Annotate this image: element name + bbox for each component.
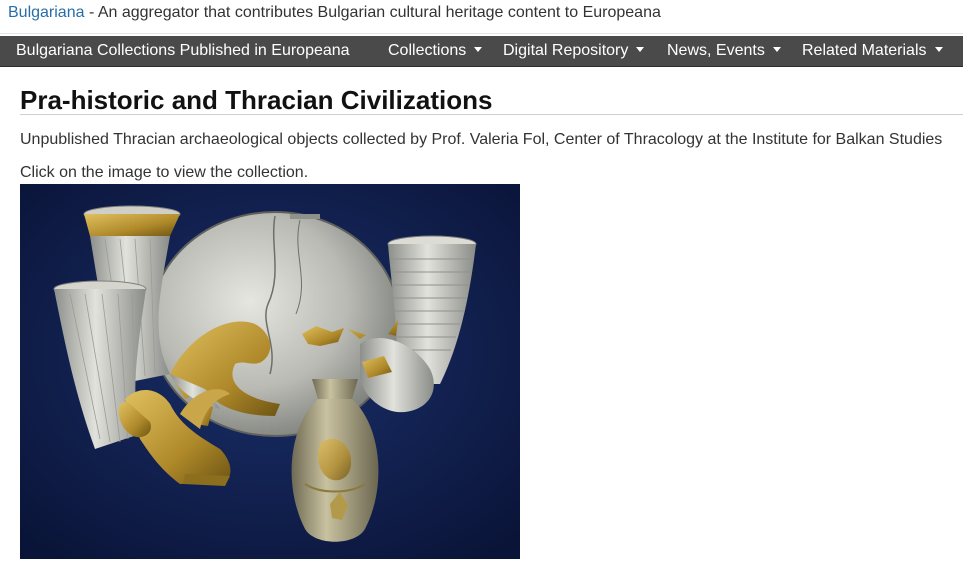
site-home-link[interactable]: Bulgariana (8, 4, 85, 21)
nav-item-news-events[interactable]: News, Events (659, 36, 789, 66)
collection-description: Unpublished Thracian archaeological obje… (20, 131, 943, 148)
collection-hint: Click on the image to view the collectio… (20, 164, 309, 181)
nav-item-label: Bulgariana Collections Published in Euro… (16, 42, 350, 59)
nav-item-published-collections[interactable]: Bulgariana Collections Published in Euro… (8, 36, 358, 66)
caret-down-icon (772, 47, 781, 53)
nav-item-digital-repository[interactable]: Digital Repository (495, 36, 652, 66)
title-divider (20, 114, 963, 115)
caret-down-icon (474, 47, 483, 53)
caret-down-icon (636, 47, 645, 53)
caret-down-icon (934, 47, 943, 53)
phiale-dish (149, 211, 401, 437)
nav-item-collections[interactable]: Collections (380, 36, 490, 66)
collection-image[interactable] (20, 184, 520, 559)
nav-item-related-materials[interactable]: Related Materials (794, 36, 951, 66)
nav-item-label: Digital Repository (503, 42, 629, 59)
nav-item-label: Collections (388, 42, 467, 59)
site-header: Bulgariana - An aggregator that contribu… (0, 0, 963, 34)
main-navigation: Bulgariana Collections Published in Euro… (0, 36, 963, 67)
nav-item-label: News, Events (667, 42, 765, 59)
page-title: Pra-historic and Thracian Civilizations (20, 85, 493, 115)
site-tagline: - An aggregator that contributes Bulgari… (84, 4, 661, 21)
nav-item-label: Related Materials (802, 42, 927, 59)
